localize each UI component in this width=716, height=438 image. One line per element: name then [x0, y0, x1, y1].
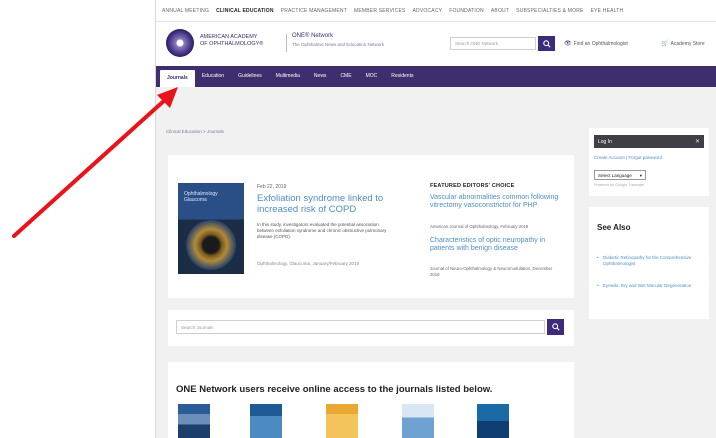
journal-cover-3[interactable]	[326, 404, 358, 438]
see-also-heading: See Also	[597, 223, 631, 232]
search-icon	[551, 323, 560, 331]
utility-nav-practice-management[interactable]: PRACTICE MANAGEMENT	[281, 8, 347, 14]
featured-journal-cover[interactable]: Ophthalmology Glaucoma	[178, 183, 244, 274]
find-ophthalmologist-link[interactable]: 👁 Find an Ophthalmologist	[564, 40, 628, 47]
see-also-item-2[interactable]: Eyewiki: Dry and Wet Macular Degeneratio…	[597, 283, 701, 289]
site-subtitle: The Ophthalmic News and Education Networ…	[292, 42, 385, 47]
utility-nav-eye-health[interactable]: EYE HEALTH	[591, 8, 624, 14]
featured-date: Feb 22, 2019	[257, 184, 287, 190]
see-also-item-1[interactable]: Diabetic Retinopathy for the Comprehensi…	[597, 255, 701, 267]
academy-store-link[interactable]: 🛒 Academy Store	[661, 40, 705, 47]
journals-heading: ONE Network users receive online access …	[176, 384, 493, 395]
breadcrumb[interactable]: Clinical Education > Journals	[166, 129, 224, 134]
tab-residents[interactable]: Residents	[384, 66, 420, 87]
close-icon[interactable]: ✕	[695, 138, 700, 145]
org-name-line1: AMERICAN ACADEMY	[200, 34, 258, 40]
utility-nav-annual-meeting[interactable]: ANNUAL MEETING	[162, 8, 209, 14]
featured-article-card: Ophthalmology Glaucoma Feb 22, 2019 Exfo…	[168, 155, 574, 298]
utility-nav-about[interactable]: ABOUT	[491, 8, 509, 14]
tab-news[interactable]: News	[307, 66, 334, 87]
journal-cover-2[interactable]	[250, 404, 282, 438]
translate-credit: Powered by Google Translate	[594, 183, 645, 187]
chevron-down-icon: ▾	[639, 173, 642, 178]
editors-choice-title-1[interactable]: Vascular abnormalities common following …	[430, 194, 560, 210]
utility-nav: ANNUAL MEETING CLINICAL EDUCATION PRACTI…	[156, 0, 716, 22]
header-search-button[interactable]	[538, 36, 555, 51]
cart-icon: 🛒	[661, 41, 669, 47]
language-select[interactable]: Select Language ▾	[594, 170, 646, 180]
screenshot-stage: ANNUAL MEETING CLINICAL EDUCATION PRACTI…	[0, 0, 716, 438]
find-ophthalmologist-label: Find an Ophthalmologist	[573, 41, 628, 47]
header-search-input[interactable]: Search ONE Network	[450, 37, 536, 50]
journals-card: ONE Network users receive online access …	[168, 362, 574, 438]
tab-moc[interactable]: MOC	[359, 66, 385, 87]
editors-choice-source-2: Journal of Neuro-Ophthalmology & Neuromo…	[430, 266, 553, 277]
utility-nav-foundation[interactable]: FOUNDATION	[449, 8, 484, 14]
editors-choice-title-2[interactable]: Characteristics of optic neuropathy in p…	[430, 237, 560, 253]
featured-cover-title: Ophthalmology Glaucoma	[184, 191, 218, 203]
login-button[interactable]: Log In ✕	[594, 135, 704, 148]
utility-nav-subspecialties[interactable]: SUBSPECIALTIES & MORE	[516, 8, 583, 14]
tab-cme[interactable]: CME	[333, 66, 358, 87]
main-nav: Journals Education Guidelines Multimedia…	[156, 66, 716, 87]
aao-logo[interactable]	[166, 29, 194, 57]
editors-choice-heading: FEATURED EDITORS' CHOICE	[430, 183, 515, 189]
search-icon	[542, 39, 551, 48]
site-header: AMERICAN ACADEMY OF OPHTHALMOLOGY® ONE® …	[156, 22, 716, 66]
tab-education[interactable]: Education	[195, 66, 231, 87]
see-also-card: See Also Diabetic Retinopathy for the Co…	[589, 207, 709, 319]
journal-cover-1[interactable]	[178, 404, 210, 438]
journal-cover-4[interactable]	[402, 404, 434, 438]
browser-viewport: ANNUAL MEETING CLINICAL EDUCATION PRACTI…	[155, 0, 716, 438]
utility-nav-clinical-education[interactable]: CLINICAL EDUCATION	[216, 8, 274, 14]
journal-search-button[interactable]	[547, 319, 564, 335]
tab-journals[interactable]: Journals	[160, 70, 195, 87]
featured-summary: In this study, investigators evaluated t…	[257, 222, 387, 239]
org-name-line2: OF OPHTHALMOLOGY®	[200, 41, 264, 47]
featured-title-link[interactable]: Exfoliation syndrome linked to increased…	[257, 193, 397, 215]
journal-cover-5[interactable]	[477, 404, 509, 438]
tab-multimedia[interactable]: Multimedia	[269, 66, 307, 87]
arrow-shaft	[12, 97, 168, 238]
sidebar-login-card: Log In ✕ Create Account | Forgot passwor…	[589, 128, 709, 196]
login-label: Log In	[598, 139, 612, 145]
site-title[interactable]: ONE® Network	[292, 33, 333, 39]
header-divider	[286, 34, 287, 52]
cover-eye-image	[186, 220, 236, 270]
utility-nav-advocacy[interactable]: ADVOCACY	[413, 8, 443, 14]
utility-nav-member-services[interactable]: MEMBER SERVICES	[354, 8, 406, 14]
editors-choice-source-1: American Journal of Ophthalmology, Febru…	[430, 224, 529, 229]
academy-store-label: Academy Store	[670, 41, 705, 47]
eye-icon: 👁	[564, 41, 572, 47]
tab-guidelines[interactable]: Guidelines	[231, 66, 269, 87]
language-select-value: Select Language	[598, 173, 632, 178]
featured-source: Ophthalmology, Glaucoma, January/Februar…	[257, 261, 359, 266]
journal-search-card: Search Journals	[168, 310, 574, 346]
account-links[interactable]: Create Account | Forgot password	[594, 155, 662, 160]
journal-search-input[interactable]: Search Journals	[176, 320, 545, 334]
org-name: AMERICAN ACADEMY OF OPHTHALMOLOGY®	[200, 34, 280, 48]
